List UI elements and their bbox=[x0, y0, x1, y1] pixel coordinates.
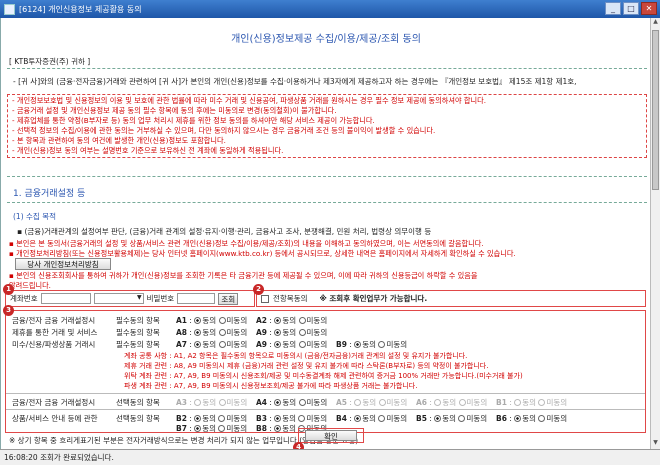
radio-group-a7[interactable]: A7 : 동의 미동의 bbox=[176, 339, 247, 350]
consent-options: 금융/전자 금융 거래설정시 제휴를 통한 거래 및 서비스 미수/신용/파생상… bbox=[5, 310, 646, 433]
detail-line: 계좌 공통 사항 : A1, A2 항목은 필수동의 항목으로 미동의시 (금융… bbox=[124, 352, 468, 360]
doc-title: 개인(신용)정보제공 수집/이용/제공/조회 동의 bbox=[231, 34, 421, 45]
chevron-down-icon: ▼ bbox=[136, 294, 142, 301]
all-agree-checkbox[interactable] bbox=[261, 294, 269, 303]
account-query-row: 계좌번호 ▼ 비밀번호 조회 bbox=[5, 290, 255, 307]
divider bbox=[6, 393, 645, 394]
group-label: 금융/전자 금융 거래설정시 bbox=[12, 398, 96, 407]
consent-document: 개인(신용)정보제공 수집/이용/제공/조회 동의 [ KTB투자증권(주) 귀… bbox=[0, 18, 650, 449]
radio-group-a5: A5 : 동의 미동의 bbox=[336, 398, 408, 407]
minimize-icon[interactable]: _ bbox=[605, 2, 621, 15]
close-icon[interactable]: ✕ bbox=[641, 2, 657, 15]
radio-group-b1: B1 : 동의 미동의 bbox=[496, 398, 568, 407]
radio-group-b5[interactable]: B5 : 동의 미동의 bbox=[416, 413, 487, 424]
optional-label: 선택동의 항목 bbox=[116, 414, 160, 423]
required-label: 필수동의 항목 bbox=[116, 340, 160, 349]
radio-group-a9b[interactable]: A9 : 동의 미동의 bbox=[256, 339, 327, 350]
all-agree-row: 전항목동의 ※ 조회후 확인업무가 가능합니다. bbox=[256, 290, 646, 307]
maximize-icon[interactable]: □ bbox=[623, 2, 639, 15]
group-label: 제휴를 통한 거래 및 서비스 bbox=[12, 328, 98, 337]
radio-group-b7[interactable]: B7 : 동의 미동의 bbox=[176, 423, 247, 434]
step-badge: 4 bbox=[293, 442, 304, 449]
password-label: 비밀번호 bbox=[146, 294, 175, 303]
radio-group-a3: A3 : 동의 미동의 bbox=[176, 398, 248, 407]
query-note: ※ 조회후 확인업무가 가능합니다. bbox=[319, 294, 428, 303]
notice-line: - 금융거래 설정 및 개인신용정보 제공 동의 필수 항목에 동의 후에는 미… bbox=[12, 106, 337, 115]
section-heading: 1. 금융거래설정 등 bbox=[13, 189, 86, 199]
scroll-up-icon[interactable]: ▲ bbox=[651, 18, 660, 28]
optional-label: 선택동의 항목 bbox=[116, 398, 160, 407]
privacy-policy-button[interactable]: 당사 개인정보처리방침 bbox=[15, 258, 111, 270]
password-input[interactable] bbox=[177, 293, 216, 304]
company-line: [ KTB투자증권(주) 귀하 ] bbox=[9, 57, 91, 66]
notice-line: - 개인(신용)정보 동의 여부는 설명번호 기준으로 보유하신 전 계좌에 동… bbox=[12, 146, 284, 155]
group-label: 상품/서비스 안내 등에 관한 bbox=[12, 414, 98, 423]
step-badge: 3 bbox=[3, 305, 14, 316]
notice-line: - 본 항목과 관련하여 동의 여건에 발생한 개인(신용)정보도 포함합니다. bbox=[12, 136, 226, 145]
divider bbox=[6, 409, 645, 410]
note-line: ▪ 본인은 본 동의서(금융거래의 설정 및 상품/서비스 관련 개인(신용)정… bbox=[9, 239, 484, 248]
radio-group-b6[interactable]: B6 : 동의 미동의 bbox=[496, 413, 567, 424]
account-label: 계좌번호 bbox=[10, 294, 38, 303]
group-label: 금융/전자 금융 거래설정시 bbox=[12, 316, 96, 325]
notice-line: - 개인정보보호법 및 신용정보의 이용 및 보호에 관한 법률에 따라 미수 … bbox=[12, 96, 487, 105]
radio-group-a9[interactable]: A9 : 동의 미동의 bbox=[256, 327, 327, 338]
radio-group-a1[interactable]: A1 : 동의 미동의 bbox=[176, 315, 247, 326]
detail-line: 파생 계좌 관련 : A7, A9, B9 미동의시 신용정보조회/제공 불가에… bbox=[124, 382, 418, 390]
account-select[interactable]: ▼ bbox=[93, 293, 144, 304]
confirm-button[interactable]: 확인 bbox=[305, 430, 357, 441]
vertical-scrollbar[interactable]: ▲ ▼ bbox=[650, 18, 660, 449]
divider bbox=[7, 68, 647, 69]
scroll-down-icon[interactable]: ▼ bbox=[651, 439, 660, 449]
step-badge: 1 bbox=[3, 284, 14, 295]
account-number-input[interactable] bbox=[40, 293, 91, 304]
divider bbox=[7, 202, 647, 203]
app-icon bbox=[4, 3, 15, 15]
required-label: 필수동의 항목 bbox=[116, 316, 160, 325]
notice-box: - 개인정보보호법 및 신용정보의 이용 및 보호에 관한 법률에 따라 미수 … bbox=[7, 94, 647, 158]
notice-line: - 제휴업체를 통한 약정(B부자로 등) 동의 업무 처리시 제휴를 위한 정… bbox=[12, 116, 375, 125]
note-line: ▪ 본인의 신용조회회사를 통하여 귀하가 개인(신용)정보를 조회한 기록은 … bbox=[9, 271, 478, 280]
required-label: 필수동의 항목 bbox=[116, 328, 160, 337]
divider bbox=[7, 176, 647, 177]
radio-group-b4[interactable]: B4 : 동의 미동의 bbox=[336, 413, 407, 424]
step-badge: 2 bbox=[253, 284, 264, 295]
group-label: 미수/신용/파생상품 거래시 bbox=[12, 340, 96, 349]
all-agree-label: 전항목동의 bbox=[273, 294, 308, 303]
status-bar: 16:08:20 조회가 완료되었습니다. bbox=[0, 449, 660, 465]
radio-group-a6: A6 : 동의 미동의 bbox=[416, 398, 488, 407]
scroll-thumb[interactable] bbox=[652, 30, 659, 190]
radio-group-a2[interactable]: A2 : 동의 미동의 bbox=[256, 315, 327, 326]
intro-text: - [귀 사]와의 (금융·전자금융)거래와 관련하여 [귀 사]가 본인의 개… bbox=[13, 77, 577, 86]
detail-line: 위탁 계좌 관련 : A7, A9, B9 미동의시 신용조회/제공 및 미수동… bbox=[124, 372, 523, 380]
confirm-highlight: 확인 bbox=[298, 428, 364, 443]
purpose-text: ▪ (금융)거래관계의 설정여부 판단, (금융)거래 관계의 설정·유지·이행… bbox=[17, 227, 432, 236]
window-title: [6124] 개인신용정보 제공활용 동의 bbox=[19, 4, 142, 14]
radio-group-b9[interactable]: B9 : 동의 미동의 bbox=[336, 339, 407, 350]
radio-group-a4[interactable]: A4 : 동의 미동의 bbox=[256, 397, 327, 408]
window-titlebar: [6124] 개인신용정보 제공활용 동의 _ □ ✕ bbox=[0, 0, 660, 18]
section-subheading: (1) 수집 목적 bbox=[13, 212, 56, 221]
detail-line: 제휴 거래 관련 : A8, A9 미동의시 제휴 (금융)거래 관련 설정 및… bbox=[124, 362, 489, 370]
radio-group-a8[interactable]: A8 : 동의 미동의 bbox=[176, 327, 247, 338]
query-button[interactable]: 조회 bbox=[218, 292, 239, 305]
notice-line: - 선택적 정보의 수집/이용에 관한 동의는 거부하실 수 있으며, 다만 동… bbox=[12, 126, 436, 135]
